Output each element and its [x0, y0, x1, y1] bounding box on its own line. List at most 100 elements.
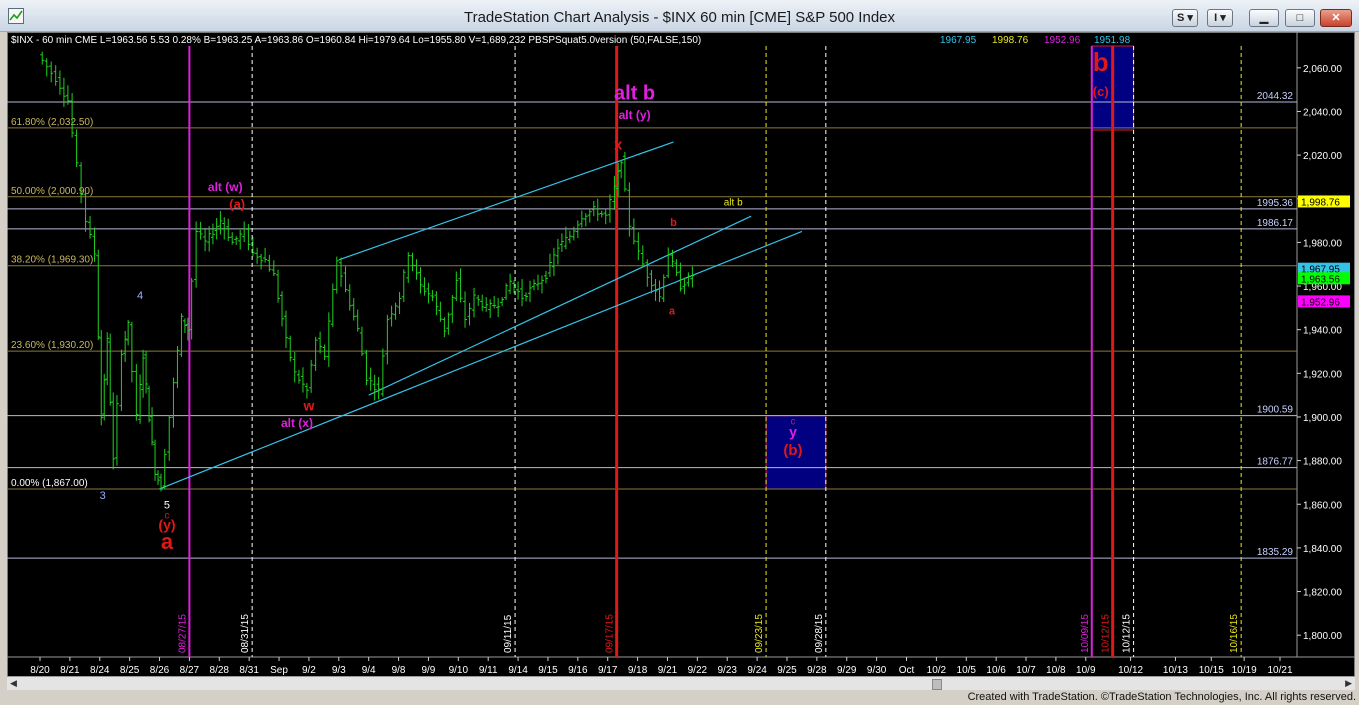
trendline — [159, 230, 803, 490]
vertical-date-label: 09/11/15 — [503, 614, 514, 653]
price-tick-label: 1,940.00 — [1303, 326, 1342, 337]
price-tag-label: 1,952.96 — [1301, 297, 1340, 308]
date-tick-label: 8/26 — [150, 665, 170, 676]
indicator-value: 1951.98 — [1094, 35, 1131, 46]
date-tick-label: 10/5 — [957, 665, 977, 676]
date-tick-label: 9/8 — [392, 665, 406, 676]
vertical-date-label: 08/31/15 — [240, 614, 251, 653]
date-tick-label: 9/22 — [688, 665, 708, 676]
date-tick-label: 9/2 — [302, 665, 316, 676]
price-tag-label: 1,963.56 — [1301, 274, 1340, 285]
vertical-date-label: 09/17/15 — [605, 614, 616, 653]
vertical-date-label: 10/16/15 — [1229, 614, 1240, 653]
date-tick-label: 9/24 — [747, 665, 767, 676]
level-label: 1835.29 — [1257, 547, 1294, 558]
date-tick-label: 10/6 — [986, 665, 1006, 676]
date-tick-label: 9/11 — [479, 665, 498, 676]
date-tick-label: 9/4 — [362, 665, 376, 676]
wave-label: (b) — [783, 442, 802, 459]
window-title: TradeStation Chart Analysis - $INX 60 mi… — [463, 9, 896, 26]
date-tick-label: 9/17 — [598, 665, 618, 676]
wave-label: alt (y) — [619, 108, 651, 122]
level-label: 1876.77 — [1257, 457, 1294, 468]
wave-label: alt (x) — [281, 416, 313, 430]
wave-label: b — [1093, 47, 1109, 77]
price-tag-label: 1,998.76 — [1301, 197, 1340, 208]
close-button[interactable]: ✕ — [1320, 9, 1352, 27]
minimize-icon: ▁ — [1259, 12, 1269, 24]
date-tick-label: Oct — [899, 665, 915, 676]
date-tick-label: 10/15 — [1199, 665, 1224, 676]
scroll-right-icon[interactable]: ▶ — [1345, 678, 1352, 689]
wave-label: alt b — [614, 82, 655, 104]
strategy-button[interactable]: S ▾ — [1172, 9, 1198, 27]
symbol-header: $INX - 60 min CME L=1963.56 5.53 0.28% B… — [11, 35, 701, 46]
price-tick-label: 1,880.00 — [1303, 457, 1342, 468]
date-tick-label: 10/9 — [1076, 665, 1096, 676]
scroll-left-icon[interactable]: ◀ — [10, 678, 17, 689]
vertical-date-label: 08/27/15 — [177, 614, 188, 653]
trendline — [338, 141, 674, 261]
price-bars — [40, 51, 695, 492]
price-tick-label: 1,900.00 — [1303, 413, 1342, 424]
indicator-value: 1998.76 — [992, 35, 1029, 46]
date-tick-label: 9/14 — [508, 665, 528, 676]
fib-label: 0.00% (1,867.00) — [11, 478, 88, 489]
chart-border — [7, 32, 1355, 690]
date-tick-label: 9/29 — [837, 665, 857, 676]
wave-label: y — [789, 424, 797, 440]
wave-label: 3 — [100, 490, 106, 502]
indicator-button[interactable]: I ▾ — [1207, 9, 1233, 27]
vertical-date-label: 09/23/15 — [754, 614, 765, 653]
wave-label: x — [614, 137, 623, 154]
footer-credits: Created with TradeStation. ©TradeStation… — [967, 691, 1356, 703]
date-tick-label: 10/2 — [927, 665, 947, 676]
wave-label: a — [161, 529, 174, 554]
maximize-button[interactable]: □ — [1285, 9, 1315, 27]
strategy-button-label: S — [1177, 12, 1185, 24]
wave-label: a — [669, 305, 676, 317]
price-chart[interactable]: $INX - 60 min CME L=1963.56 5.53 0.28% B… — [7, 32, 1355, 690]
date-tick-label: 10/7 — [1016, 665, 1036, 676]
wave-label: alt (w) — [208, 180, 243, 194]
date-tick-label: 10/19 — [1232, 665, 1257, 676]
price-tick-label: 1,840.00 — [1303, 544, 1342, 555]
indicator-value: 1967.95 — [940, 35, 977, 46]
fib-label: 61.80% (2,032.50) — [11, 117, 93, 128]
date-tick-label: 8/31 — [239, 665, 259, 676]
level-label: 2044.32 — [1257, 91, 1294, 102]
wave-label: w — [302, 397, 314, 413]
date-tick-label: 9/28 — [807, 665, 827, 676]
vertical-date-label: 10/09/15 — [1080, 614, 1091, 653]
price-tick-label: 1,860.00 — [1303, 500, 1342, 511]
price-tick-label: 1,920.00 — [1303, 369, 1342, 380]
date-tick-label: 9/10 — [449, 665, 469, 676]
wave-label: (a) — [229, 197, 245, 212]
date-tick-label: 10/21 — [1267, 665, 1292, 676]
date-tick-label: 9/3 — [332, 665, 346, 676]
fib-label: 23.60% (1,930.20) — [11, 340, 93, 351]
fib-label: 38.20% (1,969.30) — [11, 255, 93, 266]
horizontal-scrollbar[interactable]: ◀ ▶ — [7, 676, 1355, 690]
date-tick-label: 9/23 — [717, 665, 737, 676]
trendline — [368, 215, 752, 396]
date-tick-label: Sep — [270, 665, 288, 676]
wave-label: (c) — [1093, 84, 1109, 99]
date-tick-label: 9/30 — [867, 665, 887, 676]
date-tick-label: 9/16 — [568, 665, 588, 676]
price-tick-label: 2,040.00 — [1303, 107, 1342, 118]
chart-area[interactable]: $INX - 60 min CME L=1963.56 5.53 0.28% B… — [7, 32, 1355, 690]
level-label: 1986.17 — [1257, 218, 1294, 229]
date-tick-label: 8/21 — [60, 665, 80, 676]
minimize-button[interactable]: ▁ — [1249, 9, 1279, 27]
date-tick-label: 9/21 — [658, 665, 678, 676]
date-tick-label: 8/24 — [90, 665, 110, 676]
date-tick-label: 9/9 — [421, 665, 435, 676]
indicator-button-label: I — [1214, 12, 1218, 24]
date-tick-label: 8/25 — [120, 665, 140, 676]
date-tick-label: 9/18 — [628, 665, 648, 676]
price-tick-label: 1,980.00 — [1303, 238, 1342, 249]
scrollbar-thumb[interactable] — [932, 679, 942, 690]
date-tick-label: 8/20 — [30, 665, 50, 676]
price-tick-label: 2,020.00 — [1303, 151, 1342, 162]
